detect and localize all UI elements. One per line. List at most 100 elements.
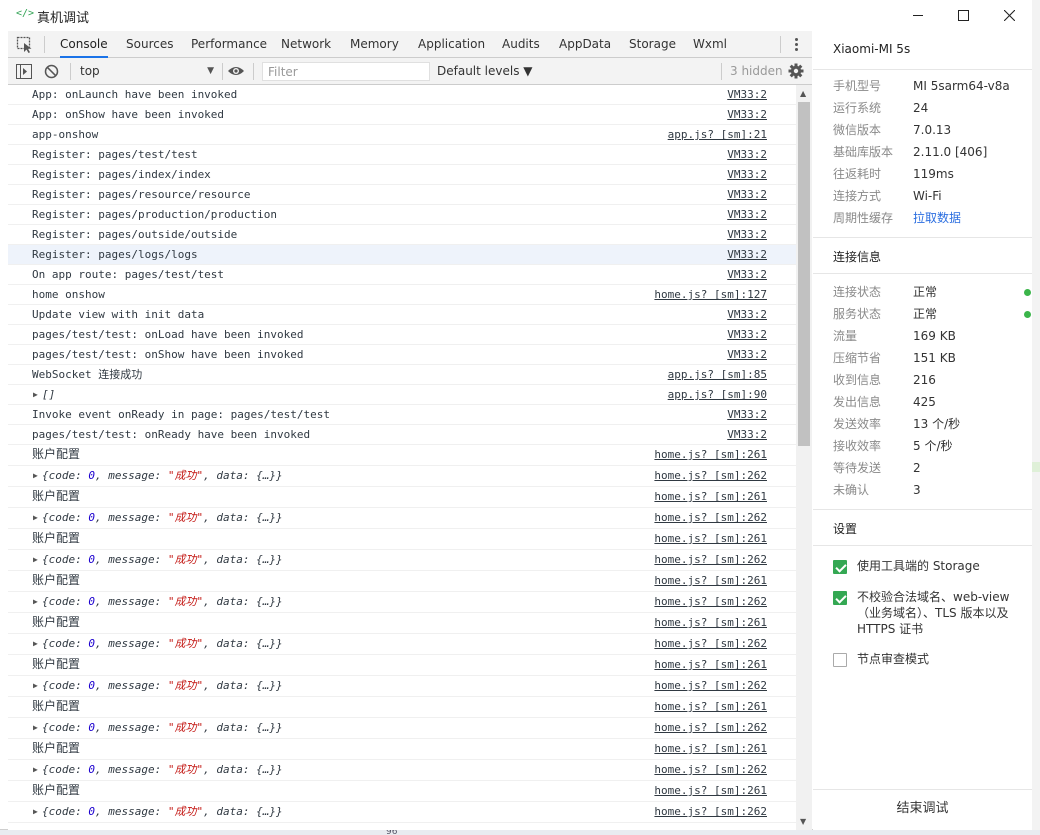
setting-label[interactable]: 使用工具端的 Storage — [857, 558, 1017, 574]
source-link[interactable]: home.js? [sm]:262 — [654, 760, 767, 779]
setting-checkbox[interactable] — [833, 591, 847, 605]
tab-appdata[interactable]: AppData — [559, 31, 611, 58]
tab-storage[interactable]: Storage — [629, 31, 676, 58]
source-link[interactable]: home.js? [sm]:262 — [654, 634, 767, 653]
object-preview[interactable]: {code: 0, message: "成功", data: {…}} — [42, 802, 283, 821]
expand-triangle-icon[interactable]: ▶ — [33, 508, 38, 527]
source-link[interactable]: home.js? [sm]:262 — [654, 802, 767, 821]
object-message-value: "成功" — [167, 763, 204, 776]
console-scrollbar[interactable]: ▲ ▼ — [796, 85, 812, 830]
tab-sources[interactable]: Sources — [126, 31, 173, 58]
tab-wxml[interactable]: Wxml — [693, 31, 727, 58]
setting-checkbox[interactable] — [833, 560, 847, 574]
source-link[interactable]: home.js? [sm]:262 — [654, 718, 767, 737]
source-link[interactable]: home.js? [sm]:261 — [654, 697, 767, 716]
source-link[interactable]: VM33:2 — [727, 345, 767, 364]
source-link[interactable]: VM33:2 — [727, 325, 767, 344]
source-link[interactable]: home.js? [sm]:262 — [654, 592, 767, 611]
source-link[interactable]: VM33:2 — [727, 425, 767, 444]
log-message: Update view with init data — [32, 308, 205, 321]
source-link[interactable]: VM33:2 — [727, 165, 767, 184]
object-syntax: {code: — [42, 511, 89, 524]
expand-triangle-icon[interactable]: ▶ — [33, 385, 38, 404]
expand-triangle-icon[interactable]: ▶ — [33, 676, 38, 695]
connection-info-heading: 连接信息 — [833, 250, 882, 264]
maximize-button[interactable] — [940, 0, 986, 31]
source-link[interactable]: home.js? [sm]:262 — [654, 676, 767, 695]
object-preview[interactable]: {code: 0, message: "成功", data: {…}} — [42, 718, 283, 737]
expand-triangle-icon[interactable]: ▶ — [33, 802, 38, 821]
source-link[interactable]: home.js? [sm]:261 — [654, 781, 767, 800]
expand-triangle-icon[interactable]: ▶ — [33, 592, 38, 611]
source-link[interactable]: VM33:2 — [727, 245, 767, 264]
more-options-icon[interactable] — [788, 35, 804, 54]
filter-input[interactable] — [262, 62, 430, 81]
object-data-value: {…} — [256, 469, 276, 482]
source-link[interactable]: app.js? [sm]:21 — [668, 125, 767, 144]
expand-triangle-icon[interactable]: ▶ — [33, 718, 38, 737]
info-label: 服务状态 — [833, 307, 882, 321]
fetch-data-link[interactable]: 拉取数据 — [913, 207, 961, 229]
object-preview[interactable]: {code: 0, message: "成功", data: {…}} — [42, 634, 283, 653]
expand-triangle-icon[interactable]: ▶ — [33, 760, 38, 779]
tab-audits[interactable]: Audits — [502, 31, 540, 58]
object-preview[interactable]: {code: 0, message: "成功", data: {…}} — [42, 760, 283, 779]
object-preview[interactable]: {code: 0, message: "成功", data: {…}} — [42, 550, 283, 569]
source-link[interactable]: VM33:2 — [727, 225, 767, 244]
source-link[interactable]: app.js? [sm]:90 — [668, 385, 767, 404]
source-link[interactable]: home.js? [sm]:261 — [654, 445, 767, 464]
console-row: ▶ {code: 0, message: "成功", data: {…}} home… — [8, 760, 796, 781]
source-link[interactable]: home.js? [sm]:261 — [654, 613, 767, 632]
object-syntax: , message: — [94, 595, 168, 608]
scrollbar-thumb[interactable] — [798, 102, 810, 446]
end-debug-button[interactable]: 结束调试 — [813, 789, 1032, 829]
expand-triangle-icon[interactable]: ▶ — [33, 550, 38, 569]
source-link[interactable]: home.js? [sm]:127 — [654, 285, 767, 304]
inspect-element-icon[interactable] — [16, 36, 34, 53]
source-link[interactable]: VM33:2 — [727, 265, 767, 284]
tab-network[interactable]: Network — [281, 31, 331, 58]
source-link[interactable]: VM33:2 — [727, 185, 767, 204]
setting-label[interactable]: 不校验合法域名、web-view（业务域名）、TLS 版本以及 HTTPS 证书 — [857, 589, 1017, 637]
setting-checkbox[interactable] — [833, 653, 847, 667]
tab-performance[interactable]: Performance — [191, 31, 267, 58]
clear-console-icon[interactable] — [44, 64, 59, 79]
source-link[interactable]: home.js? [sm]:261 — [654, 487, 767, 506]
source-link[interactable]: VM33:2 — [727, 105, 767, 124]
context-selector[interactable]: top ▼ — [78, 62, 214, 81]
source-link[interactable]: VM33:2 — [727, 205, 767, 224]
toggle-sidebar-icon[interactable] — [16, 64, 32, 79]
minimize-button[interactable] — [895, 0, 941, 31]
source-link[interactable]: home.js? [sm]:262 — [654, 466, 767, 485]
console-row: On app route: pages/test/test VM33:2 — [8, 265, 796, 285]
source-link[interactable]: home.js? [sm]:262 — [654, 508, 767, 527]
object-preview[interactable]: {code: 0, message: "成功", data: {…}} — [42, 508, 283, 527]
source-link[interactable]: app.js? [sm]:85 — [668, 365, 767, 384]
source-link[interactable]: home.js? [sm]:261 — [654, 739, 767, 758]
eye-icon[interactable] — [227, 65, 245, 77]
source-link[interactable]: home.js? [sm]:261 — [654, 655, 767, 674]
setting-label[interactable]: 节点审查模式 — [857, 651, 1017, 667]
scroll-up-arrow-icon[interactable]: ▲ — [800, 89, 806, 98]
tab-console[interactable]: Console — [60, 31, 108, 58]
source-link[interactable]: home.js? [sm]:262 — [654, 550, 767, 569]
console-row: home onshow home.js? [sm]:127 — [8, 285, 796, 305]
tab-memory[interactable]: Memory — [350, 31, 399, 58]
log-levels-dropdown[interactable]: Default levels ▼ — [437, 62, 533, 81]
expand-triangle-icon[interactable]: ▶ — [33, 634, 38, 653]
tab-application[interactable]: Application — [418, 31, 485, 58]
array-preview[interactable]: [] — [42, 385, 55, 404]
source-link[interactable]: home.js? [sm]:261 — [654, 529, 767, 548]
object-preview[interactable]: {code: 0, message: "成功", data: {…}} — [42, 676, 283, 695]
source-link[interactable]: VM33:2 — [727, 305, 767, 324]
scroll-down-arrow-icon[interactable]: ▼ — [800, 817, 806, 826]
close-button[interactable] — [986, 0, 1032, 31]
object-preview[interactable]: {code: 0, message: "成功", data: {…}} — [42, 466, 283, 485]
gear-icon[interactable] — [788, 63, 804, 79]
source-link[interactable]: home.js? [sm]:261 — [654, 571, 767, 590]
source-link[interactable]: VM33:2 — [727, 145, 767, 164]
source-link[interactable]: VM33:2 — [727, 85, 767, 104]
object-preview[interactable]: {code: 0, message: "成功", data: {…}} — [42, 592, 283, 611]
source-link[interactable]: VM33:2 — [727, 405, 767, 424]
expand-triangle-icon[interactable]: ▶ — [33, 466, 38, 485]
